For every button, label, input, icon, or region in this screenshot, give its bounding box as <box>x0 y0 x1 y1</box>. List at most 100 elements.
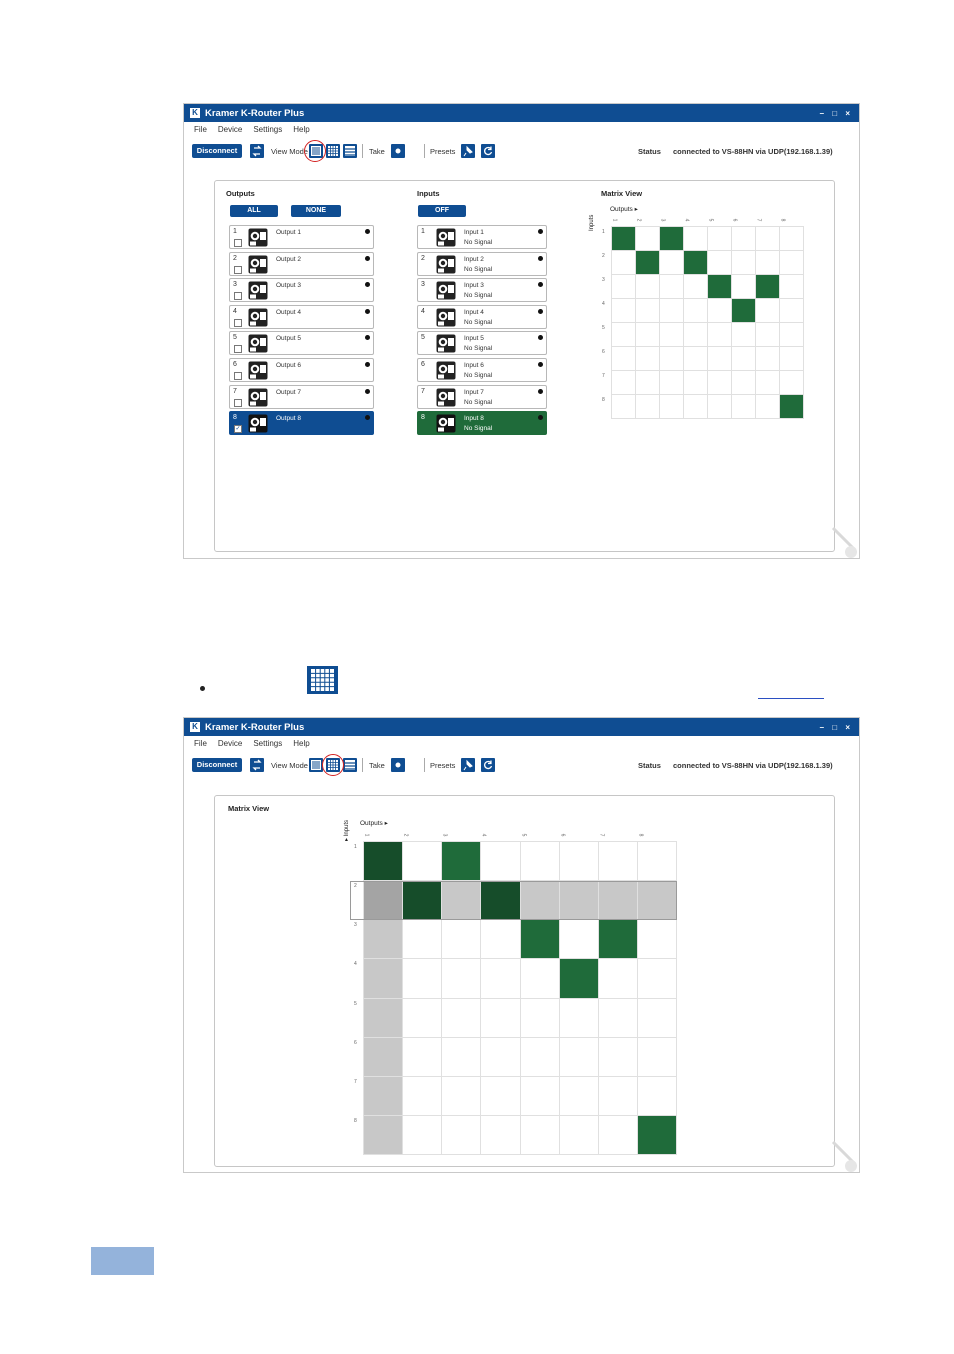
menu-help[interactable]: Help <box>293 739 309 748</box>
output-checkbox[interactable]: ✓ <box>234 425 242 434</box>
matrix-cell[interactable] <box>442 998 482 1038</box>
matrix-cell[interactable] <box>637 842 677 882</box>
matrix-cell[interactable] <box>756 227 780 251</box>
matrix-cell[interactable] <box>442 959 482 999</box>
matrix-cell[interactable] <box>708 395 732 419</box>
matrix-cell[interactable] <box>403 842 443 882</box>
matrix-cell[interactable] <box>636 347 660 371</box>
matrix-cell[interactable] <box>559 920 599 960</box>
menu-file[interactable]: File <box>194 739 207 748</box>
output-card[interactable]: 1 Output 1 <box>229 225 374 249</box>
swap-arrows-icon[interactable] <box>250 758 264 772</box>
matrix-cell[interactable] <box>732 323 756 347</box>
matrix-cell[interactable] <box>732 227 756 251</box>
matrix-cell[interactable] <box>780 371 804 395</box>
disconnect-button[interactable]: Disconnect <box>192 758 242 772</box>
matrix-cell[interactable] <box>520 1037 560 1077</box>
matrix-cell[interactable] <box>636 275 660 299</box>
table-view-icon[interactable] <box>343 758 357 772</box>
disconnect-button[interactable]: Disconnect <box>192 144 242 158</box>
window-controls[interactable]: – □ × <box>820 109 853 118</box>
pin-icon[interactable] <box>461 758 475 772</box>
matrix-cell[interactable] <box>660 347 684 371</box>
matrix-cell[interactable] <box>660 251 684 275</box>
output-card[interactable]: 7 Output 7 <box>229 384 374 409</box>
matrix-cell[interactable] <box>403 1115 443 1155</box>
mini-matrix-grid[interactable]: 1 1 2 2 3 3 4 4 5 5 6 6 7 7 8 8 <box>602 219 804 419</box>
matrix-cell[interactable] <box>637 881 677 921</box>
matrix-cell-routed[interactable] <box>612 227 636 251</box>
matrix-cell[interactable] <box>684 371 708 395</box>
menu-settings[interactable]: Settings <box>253 739 282 748</box>
matrix-cell[interactable] <box>636 323 660 347</box>
matrix-cell-routed[interactable] <box>684 251 708 275</box>
matrix-cell[interactable] <box>756 371 780 395</box>
hyperlink-underline[interactable] <box>758 698 824 699</box>
matrix-cell[interactable] <box>637 920 677 960</box>
output-card[interactable]: 4 Output 4 <box>229 304 374 329</box>
matrix-cell[interactable] <box>559 881 599 921</box>
matrix-cell-routed[interactable] <box>364 842 404 882</box>
matrix-cell[interactable] <box>780 347 804 371</box>
matrix-cell[interactable] <box>364 1115 404 1155</box>
matrix-cell-routed[interactable] <box>403 881 443 921</box>
resize-corner-icon[interactable] <box>829 522 859 558</box>
menu-device[interactable]: Device <box>218 739 242 748</box>
matrix-cell[interactable] <box>637 1037 677 1077</box>
matrix-cell-routed[interactable] <box>756 275 780 299</box>
matrix-cell[interactable] <box>364 881 404 921</box>
output-checkbox[interactable] <box>234 292 242 301</box>
pin-icon[interactable] <box>461 144 475 158</box>
input-card[interactable]: 2 Input 2 No Signal <box>417 251 547 276</box>
take-button-icon[interactable] <box>391 144 405 158</box>
matrix-cell[interactable] <box>598 1115 638 1155</box>
matrix-cell[interactable] <box>612 299 636 323</box>
matrix-cell-routed[interactable] <box>442 842 482 882</box>
matrix-cell[interactable] <box>403 1076 443 1116</box>
output-checkbox[interactable] <box>234 398 242 407</box>
matrix-grid[interactable]: 1 1 2 2 3 3 4 4 5 5 6 6 7 7 8 8 <box>350 834 677 1155</box>
matrix-cell[interactable] <box>598 998 638 1038</box>
matrix-cell[interactable] <box>559 842 599 882</box>
matrix-cell[interactable] <box>612 275 636 299</box>
matrix-cell[interactable] <box>481 920 521 960</box>
matrix-cell[interactable] <box>637 1076 677 1116</box>
output-card[interactable]: 8 ✓ Output 8 <box>229 411 374 436</box>
input-card[interactable]: 5 Input 5 No Signal <box>417 331 547 356</box>
matrix-cell[interactable] <box>756 347 780 371</box>
input-card[interactable]: 1 Input 1 No Signal <box>417 225 547 249</box>
matrix-cell[interactable] <box>660 395 684 419</box>
matrix-cell[interactable] <box>403 1037 443 1077</box>
matrix-cell[interactable] <box>403 920 443 960</box>
matrix-cell[interactable] <box>481 959 521 999</box>
matrix-cell[interactable] <box>481 998 521 1038</box>
input-card[interactable]: 4 Input 4 No Signal <box>417 304 547 329</box>
matrix-cell[interactable] <box>660 299 684 323</box>
menu-file[interactable]: File <box>194 125 207 134</box>
matrix-cell-routed[interactable] <box>732 299 756 323</box>
matrix-cell[interactable] <box>612 347 636 371</box>
matrix-cell[interactable] <box>684 395 708 419</box>
matrix-cell[interactable] <box>481 842 521 882</box>
matrix-cell[interactable] <box>708 251 732 275</box>
matrix-cell-routed[interactable] <box>660 227 684 251</box>
matrix-cell[interactable] <box>481 1076 521 1116</box>
matrix-cell[interactable] <box>780 323 804 347</box>
matrix-cell[interactable] <box>612 323 636 347</box>
off-button[interactable]: OFF <box>418 205 466 217</box>
refresh-icon[interactable] <box>481 144 495 158</box>
matrix-cell[interactable] <box>520 998 560 1038</box>
matrix-cell[interactable] <box>684 347 708 371</box>
matrix-cell-routed[interactable] <box>559 959 599 999</box>
window-controls[interactable]: – □ × <box>820 723 853 732</box>
table-view-icon[interactable] <box>343 144 357 158</box>
matrix-cell[interactable] <box>684 275 708 299</box>
matrix-cell[interactable] <box>612 395 636 419</box>
menu-help[interactable]: Help <box>293 125 309 134</box>
input-card[interactable]: 8 Input 8 No Signal <box>417 411 547 436</box>
matrix-cell[interactable] <box>708 323 732 347</box>
matrix-cell[interactable] <box>660 371 684 395</box>
matrix-cell[interactable] <box>756 299 780 323</box>
matrix-cell[interactable] <box>364 998 404 1038</box>
matrix-cell-routed[interactable] <box>637 1115 677 1155</box>
